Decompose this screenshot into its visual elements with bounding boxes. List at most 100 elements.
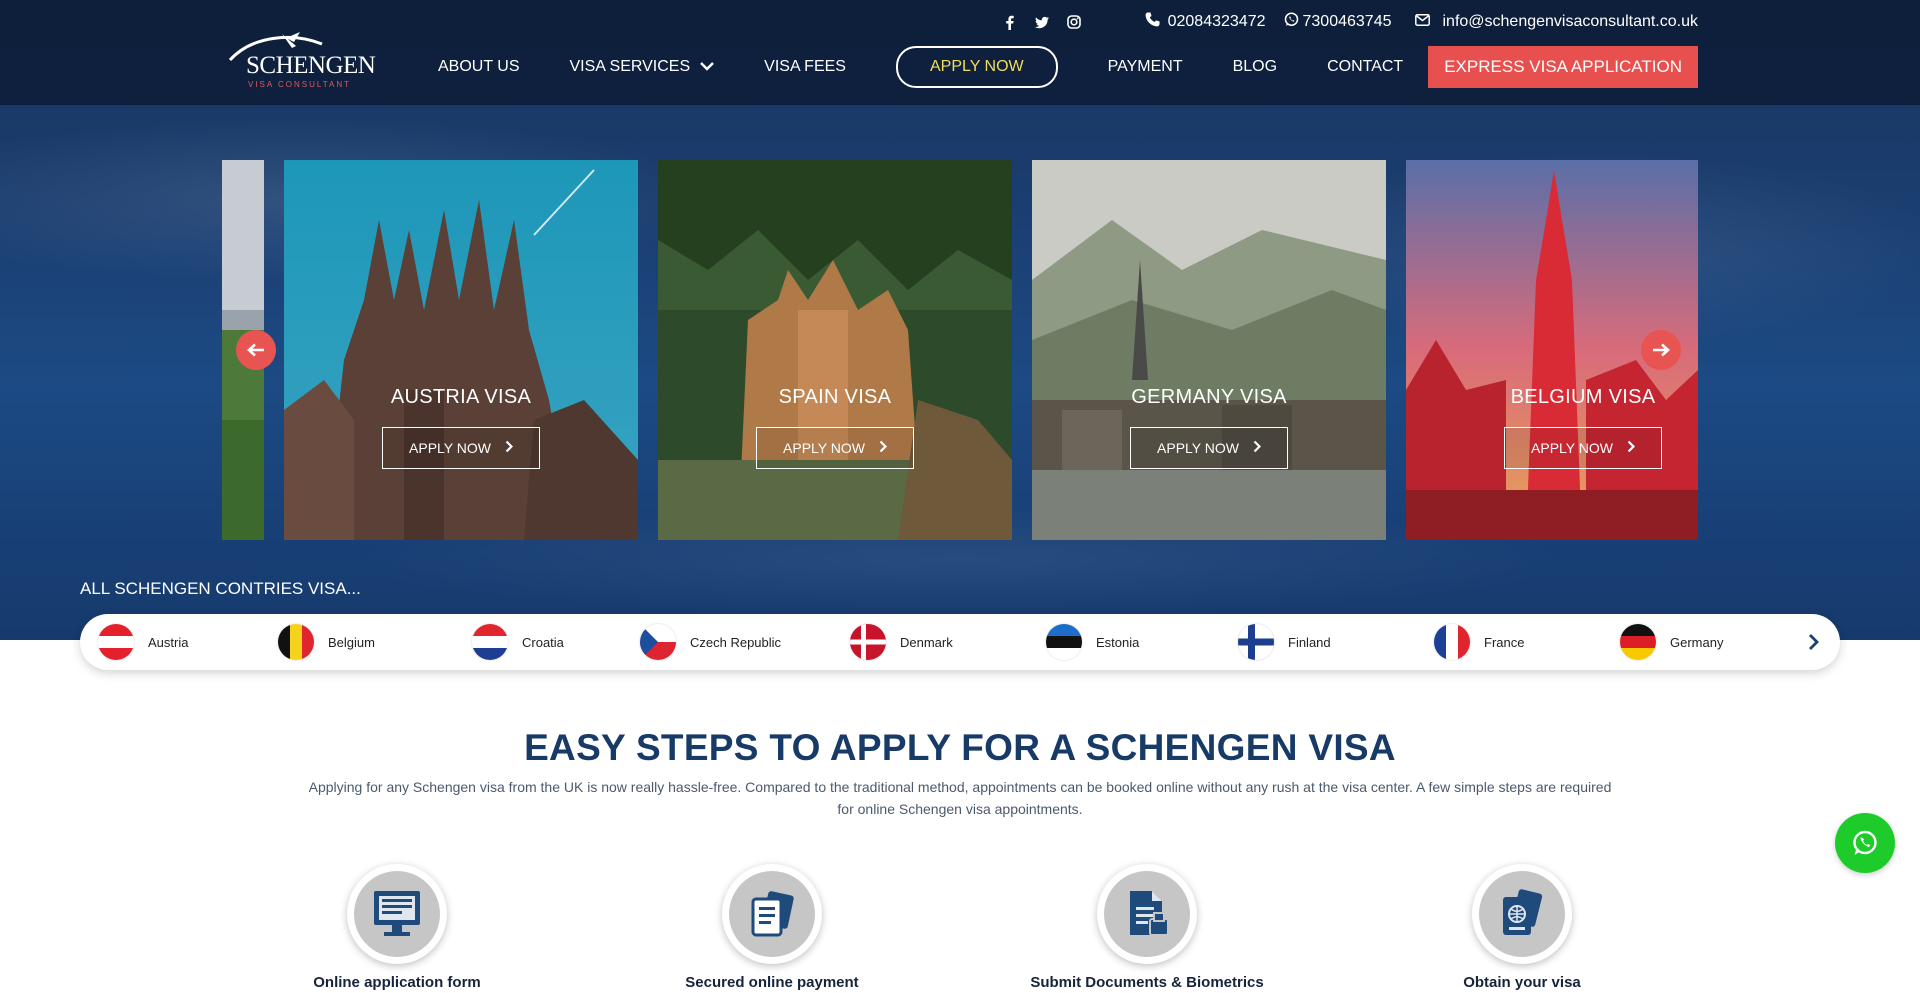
visa-card-title: SPAIN VISA <box>778 386 892 408</box>
germany-flag-icon <box>1620 624 1656 660</box>
chevron-down-icon <box>700 58 715 76</box>
email-contact[interactable]: info@schengenvisaconsultant.co.uk <box>1415 13 1698 31</box>
logo-text: SCHENGEN <box>246 52 376 79</box>
country-label: France <box>1484 634 1525 650</box>
visa-card-apply-button[interactable]: APPLY NOW <box>1130 427 1288 469</box>
whatsapp-number: 7300463745 <box>1302 13 1392 30</box>
instagram-icon[interactable] <box>1066 15 1081 29</box>
visa-card-title: GERMANY VISA <box>1131 386 1287 408</box>
email-address: info@schengenvisaconsultant.co.uk <box>1442 13 1698 30</box>
steps-section-description: Applying for any Schengen visa from the … <box>308 779 1612 817</box>
czech-flag-icon <box>640 624 676 660</box>
logo-subtitle: VISA CONSULTANT <box>248 80 352 89</box>
france-flag-icon <box>1434 624 1470 660</box>
nav-contact[interactable]: CONTACT <box>1327 58 1403 76</box>
step-label: Online application form <box>313 974 481 991</box>
visa-card-apply-button[interactable]: APPLY NOW <box>382 427 540 469</box>
carousel-next-button[interactable] <box>1641 330 1681 370</box>
austria-flag-icon <box>98 624 134 660</box>
country-item[interactable]: Belgium <box>278 624 375 660</box>
visa-card-apply-label: APPLY NOW <box>783 440 865 456</box>
country-item[interactable]: Finland <box>1238 624 1331 660</box>
step-item: Online application form <box>247 864 547 991</box>
country-label: Croatia <box>522 634 564 650</box>
whatsapp-chat-button[interactable] <box>1835 813 1895 873</box>
step-icon-circle <box>722 864 822 964</box>
country-label: Estonia <box>1096 634 1140 650</box>
country-item[interactable]: Croatia <box>472 624 564 660</box>
country-label: Austria <box>148 634 189 650</box>
chevron-right-icon <box>505 440 514 456</box>
phone-contact[interactable]: 02084323472 <box>1145 12 1266 32</box>
twitter-icon[interactable] <box>1034 15 1049 29</box>
envelope-icon <box>1415 13 1431 31</box>
whatsapp-icon <box>1853 830 1877 855</box>
arrow-left-icon <box>247 343 264 357</box>
monitor-form-icon <box>374 891 420 936</box>
step-icon-circle <box>347 864 447 964</box>
facebook-icon[interactable] <box>1003 15 1017 30</box>
visa-card[interactable]: SPAIN VISA APPLY NOW <box>658 160 1012 540</box>
carousel-prev-button[interactable] <box>236 330 276 370</box>
nav-visa-fees[interactable]: VISA FEES <box>764 58 846 76</box>
estonia-flag-icon <box>1046 624 1082 660</box>
express-visa-application-button[interactable]: EXPRESS VISA APPLICATION <box>1428 46 1698 88</box>
country-strip: Austria Belgium Croatia Czech Republic D… <box>80 614 1840 670</box>
step-label: Submit Documents & Biometrics <box>1030 974 1264 991</box>
country-item[interactable]: Denmark <box>850 624 953 660</box>
nav-payment[interactable]: PAYMENT <box>1108 58 1183 76</box>
contact-bar: 02084323472 7300463745 info@schengenvisa… <box>1003 12 1698 32</box>
phone-number: 02084323472 <box>1167 13 1266 30</box>
visa-card[interactable]: AUSTRIA VISA APPLY NOW <box>284 160 638 540</box>
passport-icon <box>1503 889 1543 935</box>
country-label: Germany <box>1670 634 1724 650</box>
chevron-right-icon <box>1253 440 1262 456</box>
country-label: Denmark <box>900 634 953 650</box>
finland-flag-icon <box>1238 624 1274 660</box>
step-item: Obtain your visa <box>1372 864 1672 991</box>
logo[interactable]: SCHENGEN VISA CONSULTANT <box>222 30 376 92</box>
header: SCHENGEN VISA CONSULTANT 02084323472 730… <box>0 0 1920 105</box>
main-nav: ABOUT US VISA SERVICES VISA FEES APPLY N… <box>438 46 1403 88</box>
whatsapp-icon <box>1284 12 1299 32</box>
chevron-right-icon <box>879 440 888 456</box>
visa-card-apply-button[interactable]: APPLY NOW <box>756 427 914 469</box>
phone-icon <box>1145 12 1160 32</box>
step-label: Obtain your visa <box>1463 974 1581 991</box>
denmark-flag-icon <box>850 624 886 660</box>
visa-card-apply-button[interactable]: APPLY NOW <box>1504 427 1662 469</box>
belgium-flag-icon <box>278 624 314 660</box>
step-item: Submit Documents & Biometrics <box>997 864 1297 991</box>
visa-carousel: AUSTRIA VISA APPLY NOW SPAIN VISA APPLY … <box>222 160 1698 540</box>
country-strip-next-button[interactable] <box>1802 630 1826 654</box>
country-label: Finland <box>1288 634 1331 650</box>
step-item: Secured online payment <box>622 864 922 991</box>
arrow-right-icon <box>1653 343 1670 357</box>
country-item[interactable]: France <box>1434 624 1524 660</box>
nav-blog[interactable]: BLOG <box>1233 58 1277 76</box>
country-label: Czech Republic <box>690 634 782 650</box>
chevron-right-icon <box>1809 634 1819 650</box>
visa-card-apply-label: APPLY NOW <box>1531 440 1613 456</box>
nav-visa-services[interactable]: VISA SERVICES <box>570 58 715 76</box>
nav-apply-now-button[interactable]: APPLY NOW <box>895 46 1058 88</box>
country-item[interactable]: Czech Republic <box>640 624 781 660</box>
step-icon-circle <box>1097 864 1197 964</box>
country-label: Belgium <box>328 634 375 650</box>
document-fingerprint-icon <box>1130 891 1169 936</box>
all-countries-title: ALL SCHENGEN CONTRIES VISA... <box>80 579 361 598</box>
chevron-right-icon <box>1627 440 1636 456</box>
steps-section-title: EASY STEPS TO APPLY FOR A SCHENGEN VISA <box>524 727 1396 768</box>
visa-card-title: AUSTRIA VISA <box>390 386 532 408</box>
step-icon-circle <box>1472 864 1572 964</box>
country-item[interactable]: Estonia <box>1046 624 1139 660</box>
whatsapp-contact[interactable]: 7300463745 <box>1284 12 1392 32</box>
visa-card-apply-label: APPLY NOW <box>1157 440 1239 456</box>
country-item[interactable]: Germany <box>1620 624 1723 660</box>
croatia-flag-icon <box>472 624 508 660</box>
country-item[interactable]: Austria <box>98 624 188 660</box>
nav-about-us[interactable]: ABOUT US <box>438 58 520 76</box>
visa-card[interactable]: GERMANY VISA APPLY NOW <box>1032 160 1386 540</box>
visa-card-title: BELGIUM VISA <box>1510 386 1656 408</box>
step-label: Secured online payment <box>685 974 859 991</box>
